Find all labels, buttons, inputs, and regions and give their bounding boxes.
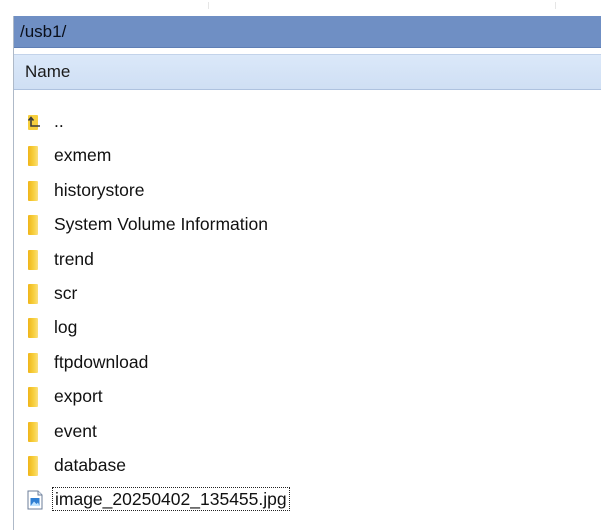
file-list: .. exmem historystore System Volume Informa… [14, 105, 601, 518]
image-file-icon [26, 490, 44, 510]
parent-folder-icon [26, 112, 44, 132]
file-browser-panel: /usb1/ Name .. exmem historystore System Vo… [13, 16, 601, 530]
entry-name: database [54, 454, 127, 475]
folder-row[interactable]: scr [14, 277, 601, 311]
folder-row[interactable]: trend [14, 243, 601, 277]
column-divider [555, 2, 556, 9]
entry-name: System Volume Information [54, 214, 268, 235]
file-row[interactable]: image_20250402_135455.jpg [14, 483, 601, 517]
column-divider [208, 2, 209, 9]
entry-name: historystore [54, 179, 145, 200]
folder-row[interactable]: ftpdownload [14, 346, 601, 380]
folder-row[interactable]: historystore [14, 174, 601, 208]
entry-name: trend [54, 248, 94, 269]
folder-row[interactable]: log [14, 311, 601, 345]
folder-icon [26, 180, 44, 201]
folder-icon [26, 387, 44, 408]
top-strip [0, 0, 601, 16]
folder-icon [26, 318, 44, 339]
entry-name: image_20250402_135455.jpg [52, 487, 290, 512]
entry-name: exmem [54, 145, 112, 166]
column-header-name[interactable]: Name [14, 54, 601, 90]
folder-row[interactable]: database [14, 449, 601, 483]
folder-icon [26, 421, 44, 442]
entry-name: event [54, 420, 97, 441]
folder-icon [26, 283, 44, 304]
folder-row[interactable]: event [14, 415, 601, 449]
entry-name: scr [54, 282, 78, 303]
entry-name: log [54, 317, 78, 338]
folder-icon [26, 215, 44, 236]
folder-icon [26, 146, 44, 167]
entry-name: ftpdownload [54, 351, 149, 372]
folder-icon [26, 249, 44, 270]
folder-row[interactable]: System Volume Information [14, 208, 601, 242]
folder-icon [26, 352, 44, 373]
folder-icon [26, 455, 44, 476]
parent-directory-row[interactable]: .. [14, 105, 601, 139]
entry-name: .. [54, 111, 64, 131]
path-bar: /usb1/ [14, 16, 601, 48]
folder-row[interactable]: exmem [14, 139, 601, 173]
folder-row[interactable]: export [14, 380, 601, 414]
entry-name: export [54, 386, 103, 407]
